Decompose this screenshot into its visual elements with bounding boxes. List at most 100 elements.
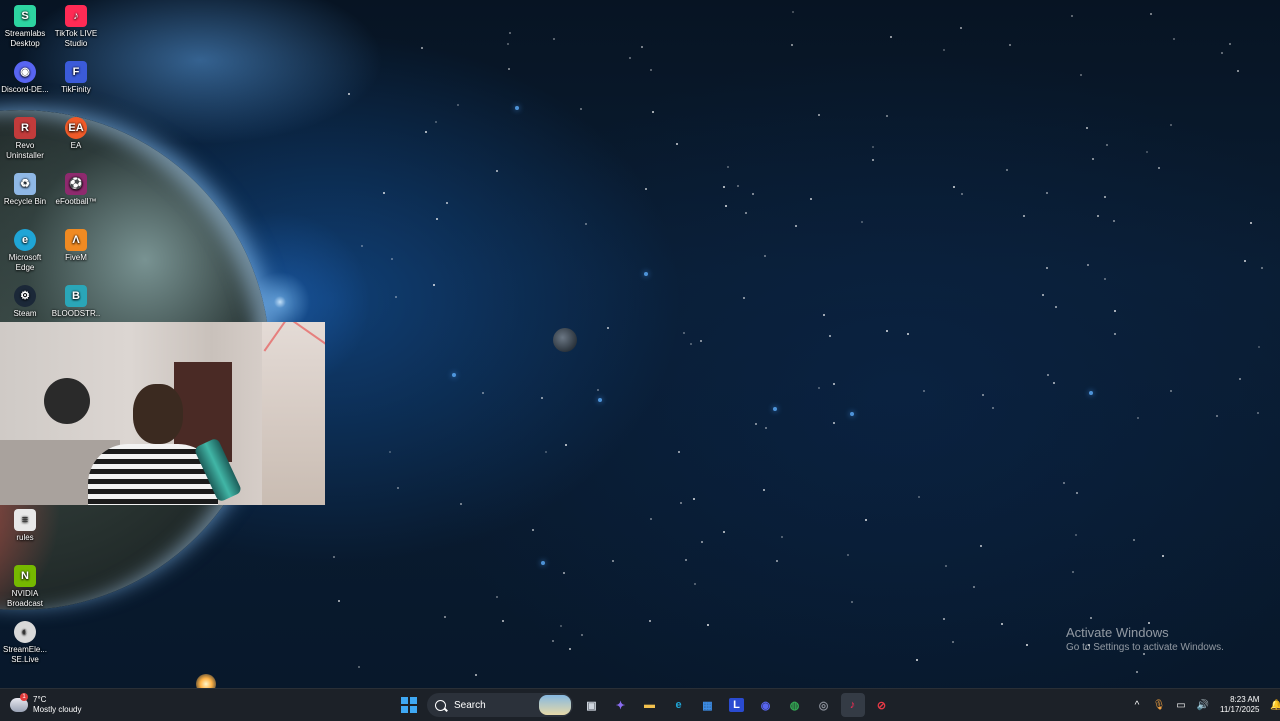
- star: [612, 560, 614, 562]
- desktop-icon-revo-uninstaller[interactable]: R Revo Uninstaller: [0, 117, 50, 161]
- streamlabs-taskbar-button[interactable]: ◎: [812, 693, 836, 717]
- desktop-icon-tiktok-live-studio[interactable]: ♪ TikTok LIVE Studio: [51, 5, 101, 49]
- file-explorer-icon: ▬: [644, 699, 655, 711]
- desktop-icon-streamlabs[interactable]: S Streamlabs Desktop: [0, 5, 50, 49]
- streamelements-app-icon: ⊘: [876, 699, 887, 712]
- efootball-icon: ⚽: [65, 173, 87, 195]
- star: [923, 390, 925, 392]
- star: [496, 596, 498, 598]
- bloodstrike-icon: B: [65, 285, 87, 307]
- star: [1148, 622, 1150, 624]
- desktop-icon-microsoft-edge[interactable]: e Microsoft Edge: [0, 229, 50, 273]
- discord-button[interactable]: ◉: [754, 693, 778, 717]
- volume-button[interactable]: 🔊: [1195, 697, 1211, 713]
- star: [425, 131, 427, 133]
- desktop-icon-efootball[interactable]: ⚽ eFootball™: [51, 173, 101, 207]
- revo-uninstaller-icon: R: [14, 117, 36, 139]
- desktop-icon-recycle-bin[interactable]: ♻ Recycle Bin: [0, 173, 50, 207]
- taskbar-search[interactable]: Search: [427, 693, 573, 717]
- fivem-icon: Λ: [65, 229, 87, 251]
- star: [645, 188, 647, 190]
- task-view-button[interactable]: ▣: [580, 693, 604, 717]
- star: [560, 625, 562, 627]
- search-highlight-image: [539, 695, 571, 715]
- notifications-button[interactable]: 🔔: [1268, 697, 1280, 713]
- start-button[interactable]: [397, 693, 421, 717]
- star: [650, 69, 652, 71]
- microsoft-store-button[interactable]: ▦: [696, 693, 720, 717]
- star: [980, 545, 982, 547]
- taskbar-apps: Search ▣ ✦ ▬ e ▦ L ◉ ◍ ◎ ♪ ⊘: [394, 693, 896, 717]
- star: [755, 423, 757, 425]
- microphone-button[interactable]: 🎙: [1151, 697, 1167, 713]
- star: [1086, 127, 1088, 129]
- star: [433, 284, 435, 286]
- star: [1143, 653, 1145, 655]
- tikfinity-icon: F: [65, 61, 87, 83]
- desktop-icon-discord[interactable]: ◉ Discord-DE...: [0, 61, 50, 95]
- star: [752, 193, 754, 195]
- star: [509, 32, 511, 34]
- star: [1001, 623, 1003, 625]
- star: [629, 57, 631, 59]
- star: [918, 496, 920, 498]
- star: [833, 422, 835, 424]
- star: [552, 640, 554, 642]
- star: [1023, 215, 1025, 217]
- streamlabs-app-icon: ◎: [818, 699, 829, 712]
- star: [764, 255, 766, 257]
- star: [1076, 492, 1078, 494]
- desktop-icon-steam[interactable]: ⚙ Steam: [0, 285, 50, 319]
- chrome-button[interactable]: ◍: [783, 693, 807, 717]
- taskbar-clock[interactable]: 8:23 AM 11/17/2025: [1220, 695, 1259, 715]
- desktop-icon-ea[interactable]: EA EA: [51, 117, 101, 151]
- star: [907, 333, 909, 335]
- l-app-icon: L: [729, 698, 744, 712]
- star: [851, 601, 853, 603]
- desktop-icon-rules[interactable]: ≡ rules: [0, 509, 50, 543]
- star: [890, 36, 892, 38]
- weather-widget[interactable]: 1 7°C Mostly cloudy: [10, 693, 81, 717]
- streamelements-taskbar-button[interactable]: ⊘: [870, 693, 894, 717]
- desktop-icon-streamelements[interactable]: ◐ StreamEle... SE.Live: [0, 621, 50, 665]
- clock-time: 8:23 AM: [1230, 695, 1260, 704]
- star: [961, 193, 963, 195]
- edge-button[interactable]: e: [667, 693, 691, 717]
- tiktok-live-icon: ♪: [849, 699, 856, 711]
- windows-logo-icon: [400, 697, 417, 713]
- star: [1026, 644, 1028, 646]
- star: [1113, 220, 1115, 222]
- star: [502, 620, 504, 622]
- star: [818, 387, 820, 389]
- desktop-icon-tikfinity[interactable]: F TikFinity: [51, 61, 101, 95]
- l-app-button[interactable]: L: [725, 693, 749, 717]
- copilot-button[interactable]: ✦: [609, 693, 633, 717]
- star: [680, 502, 682, 504]
- star: [1158, 167, 1160, 169]
- star: [361, 245, 363, 247]
- star: [810, 198, 812, 200]
- tiktok-live-button[interactable]: ♪: [840, 693, 865, 717]
- star: [1053, 382, 1055, 384]
- star: [861, 221, 863, 223]
- star: [992, 407, 994, 409]
- star: [1239, 378, 1241, 380]
- star: [607, 327, 609, 329]
- star: [916, 659, 918, 661]
- star: [776, 560, 778, 562]
- chrome-icon: ◍: [789, 699, 800, 712]
- desktop-icon-nvidia-broadcast[interactable]: N NVIDIA Broadcast: [0, 565, 50, 609]
- star: [1146, 151, 1148, 153]
- microphone-icon: 🎙: [1152, 699, 1166, 711]
- search-label: Search: [454, 699, 486, 711]
- network-button[interactable]: ▭: [1173, 697, 1189, 713]
- webcam-overlay: [0, 322, 325, 505]
- file-explorer-button[interactable]: ▬: [638, 693, 662, 717]
- show-hidden-icons-button[interactable]: ^: [1129, 697, 1145, 713]
- star: [943, 618, 945, 620]
- weather-badge: 1: [20, 693, 28, 701]
- star: [1221, 52, 1223, 54]
- star: [872, 146, 874, 148]
- desktop-icon-fivem[interactable]: Λ FiveM: [51, 229, 101, 263]
- star: [1009, 44, 1011, 46]
